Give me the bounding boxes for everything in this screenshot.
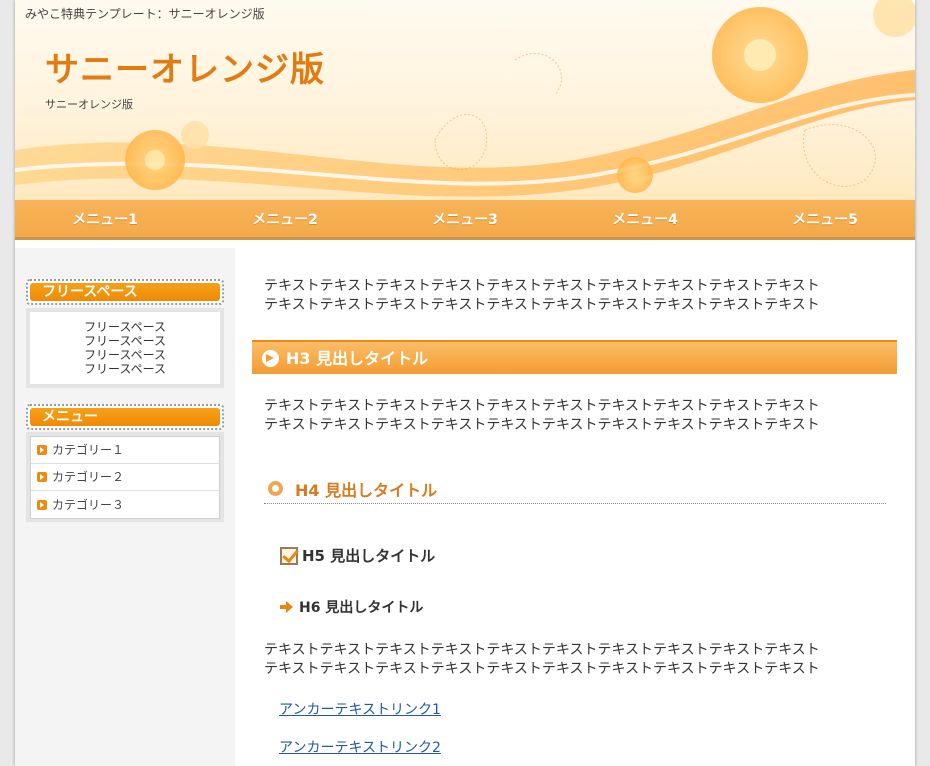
header-banner: みやこ特典テンプレート：サニーオレンジ版 サニーオレンジ版 サニーオレンジ版: [15, 0, 915, 200]
bullet-arrow-icon: [37, 472, 47, 482]
category-item-1[interactable]: カテゴリー１: [31, 437, 219, 464]
category-label: カテゴリー２: [52, 470, 125, 484]
body-paragraph-3: テキストテキストテキストテキストテキストテキストテキストテキストテキストテキスト…: [264, 641, 904, 679]
free-space-box: フリースペース フリースペース フリースペース フリースペース: [26, 308, 224, 388]
free-space-line: フリースペース: [84, 348, 166, 362]
sidebar: フリースペース フリースペース フリースペース フリースペース フリースペース …: [15, 248, 235, 766]
bullet-arrow-icon: [37, 445, 47, 455]
h3-heading: H3 見出しタイトル: [252, 340, 897, 374]
category-label: カテゴリー１: [52, 443, 125, 457]
bullet-arrow-icon: [37, 499, 47, 510]
nav-item-menu5[interactable]: メニュー5: [735, 200, 915, 237]
body-paragraph-1: テキストテキストテキストテキストテキストテキストテキストテキストテキストテキスト…: [264, 277, 904, 315]
menu-heading: メニュー: [26, 404, 224, 430]
ring-icon: [268, 481, 283, 496]
h3-heading-text: H3 見出しタイトル: [286, 348, 429, 368]
site-tagline: みやこ特典テンプレート：サニーオレンジ版: [25, 7, 265, 21]
nav-item-menu2[interactable]: メニュー2: [195, 200, 375, 237]
arrow-right-icon: [280, 601, 294, 613]
page: みやこ特典テンプレート：サニーオレンジ版 サニーオレンジ版 サニーオレンジ版 メ…: [15, 0, 915, 766]
main-content: テキストテキストテキストテキストテキストテキストテキストテキストテキストテキスト…: [252, 248, 915, 766]
h5-heading: H5 見出しタイトル: [280, 545, 436, 566]
flower-banner-art: [15, 0, 915, 197]
h4-heading-text: H4 見出しタイトル: [295, 480, 438, 500]
paragraph-line: テキストテキストテキストテキストテキストテキストテキストテキストテキストテキスト: [264, 642, 820, 658]
paragraph-line: テキストテキストテキストテキストテキストテキストテキストテキストテキストテキスト: [264, 661, 820, 677]
menu-heading-label: メニュー: [30, 408, 220, 426]
paragraph-line: テキストテキストテキストテキストテキストテキストテキストテキストテキストテキスト: [264, 297, 820, 313]
menu-box: カテゴリー１ カテゴリー２ カテゴリー３: [26, 432, 224, 522]
free-space-heading-label: フリースペース: [30, 283, 220, 301]
free-space-line: フリースペース: [84, 362, 166, 376]
nav-item-menu4[interactable]: メニュー4: [555, 200, 735, 237]
free-space-line: フリースペース: [84, 334, 166, 348]
paragraph-line: テキストテキストテキストテキストテキストテキストテキストテキストテキストテキスト: [264, 417, 820, 433]
site-title[interactable]: サニーオレンジ版: [45, 42, 325, 91]
h6-heading-text: H6 見出しタイトル: [299, 600, 424, 616]
anchor-text-link-1[interactable]: アンカーテキストリンク1: [279, 699, 441, 719]
paragraph-line: テキストテキストテキストテキストテキストテキストテキストテキストテキストテキスト: [264, 278, 820, 294]
global-nav: メニュー1 メニュー2 メニュー3 メニュー4 メニュー5: [15, 200, 915, 240]
category-label: カテゴリー３: [52, 497, 125, 512]
h5-heading-text: H5 見出しタイトル: [302, 547, 436, 565]
h6-heading: H6 見出しタイトル: [280, 597, 423, 617]
free-space-heading: フリースペース: [26, 279, 224, 305]
free-space-line: フリースペース: [84, 320, 166, 334]
nav-item-menu1[interactable]: メニュー1: [15, 200, 195, 237]
h4-heading: H4 見出しタイトル: [264, 474, 886, 504]
circle-arrow-icon: [262, 349, 279, 367]
category-list: カテゴリー１ カテゴリー２ カテゴリー３: [30, 436, 220, 519]
category-item-3[interactable]: カテゴリー３: [31, 491, 219, 518]
category-item-2[interactable]: カテゴリー２: [31, 464, 219, 491]
checkbox-check-icon: [280, 546, 298, 565]
site-subtitle: サニーオレンジ版: [45, 98, 133, 111]
body-paragraph-2: テキストテキストテキストテキストテキストテキストテキストテキストテキストテキスト…: [264, 397, 904, 435]
anchor-text-link-2[interactable]: アンカーテキストリンク2: [279, 737, 441, 757]
paragraph-line: テキストテキストテキストテキストテキストテキストテキストテキストテキストテキスト: [264, 398, 820, 414]
nav-item-menu3[interactable]: メニュー3: [375, 200, 555, 237]
